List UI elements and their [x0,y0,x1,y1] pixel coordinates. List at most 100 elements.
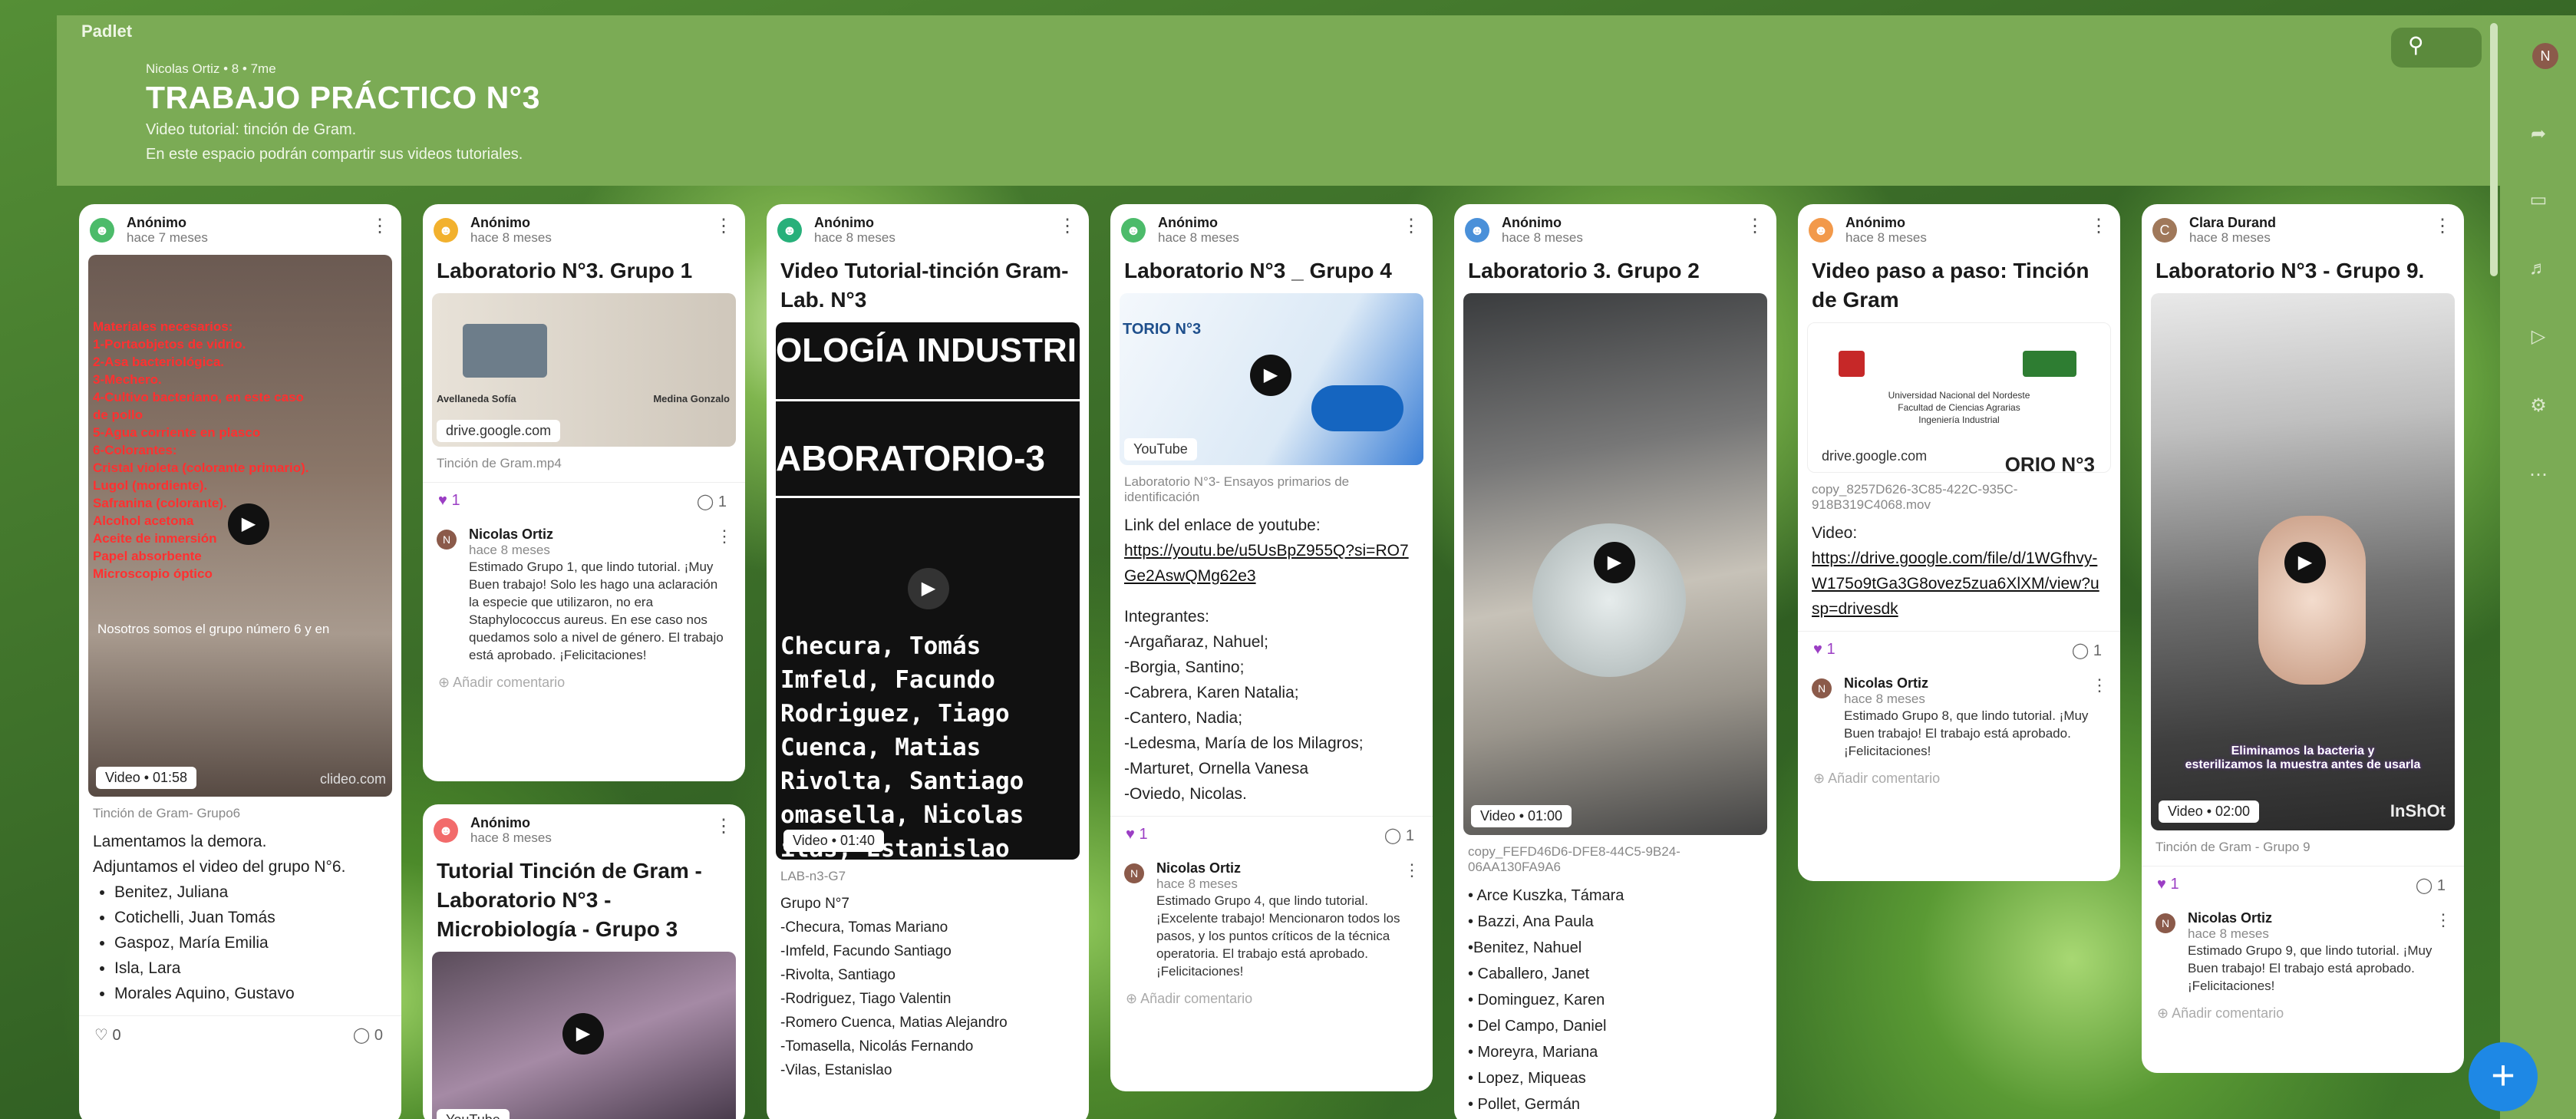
drive-link[interactable]: https://drive.google.com/file/d/1WGfhvy-… [1812,546,2106,622]
more-icon[interactable]: ⋮ [371,215,389,237]
avatar: N [1812,678,1832,698]
list-item: • Bazzi, Ana Paula [1468,913,1594,930]
file-name: copy_FEFD46D6-DFE8-44C5-9B24-06AA130FA9A… [1468,844,1681,874]
play-icon[interactable]: ▷ [2526,325,2551,350]
list-item: • Lopez, Miqueas [1468,1070,1586,1087]
list-item: -Rodriguez, Tiago Valentin [780,991,952,1007]
comment-button[interactable]: ◯ 1 [1384,826,1414,845]
more-icon[interactable]: ⋮ [2435,910,2452,930]
padlet-logo[interactable]: Padlet [81,21,132,41]
play-icon[interactable]: ▶ [908,568,949,609]
like-button[interactable]: ♥ 1 [2157,876,2179,893]
video-thumbnail[interactable]: ▶ YouTube [432,952,736,1119]
youtube-link[interactable]: https://youtu.be/u5UsBpZ955Q?si=RO7Ge2As… [1124,538,1419,589]
list-item: • Moreyra, Mariana [1468,1044,1598,1061]
play-icon[interactable]: ▶ [1250,355,1291,396]
like-button[interactable]: ♥ 1 [1813,641,1836,659]
drive-preview[interactable]: Avellaneda Sofía Medina Gonzalo drive.go… [432,293,736,447]
comment-button[interactable]: ◯ 1 [697,492,727,511]
watermark: InShOt [2390,801,2446,820]
more-icon[interactable]: ⋯ [2526,464,2551,488]
add-comment-button[interactable]: ⊕ Añadir comentario [1110,985,1433,1018]
like-button[interactable]: ♥ 1 [438,492,460,510]
video-thumbnail[interactable]: Materiales necesarios: 1-Portaobjetos de … [88,255,392,797]
scrollbar[interactable] [2490,23,2498,276]
more-icon[interactable]: ⋮ [2089,215,2108,237]
post-card[interactable]: ☻ Anónimo hace 8 meses ⋮ Laboratorio 3. Gru… [1454,204,1776,1119]
play-icon[interactable]: ▶ [228,503,269,545]
thumb-text: TORIO N°3 [1123,321,1202,338]
list-item: -Cabrera, Karen Natalia; [1124,684,1299,701]
post-body: Link del enlace de youtube: https://yout… [1110,510,1433,810]
play-icon[interactable]: ▶ [1594,542,1635,583]
more-icon[interactable]: ⋮ [1746,215,1764,237]
post-card[interactable]: C Clara Durand hace 8 meses ⋮ Laboratorio N… [2142,204,2464,1073]
avatar: ☻ [777,218,802,243]
video-thumbnail[interactable]: OLOGÍA INDUSTRI ABORATORIO-3 ▶ Checura, … [776,322,1080,860]
video-overlay-text: Eliminamos la bacteria y esterilizamos la… [2185,744,2421,771]
drive-preview[interactable]: Universidad Nacional del Nordeste Faculta… [1807,322,2111,473]
comment-button[interactable]: ◯ 1 [2416,876,2446,895]
avatar: ☻ [1121,218,1146,243]
list-item: Cotichelli, Juan Tomás [114,905,388,930]
post-card[interactable]: ☻ Anónimo hace 8 meses ⋮ Video Tutorial-tin… [767,204,1089,1119]
more-icon[interactable]: ⋮ [714,815,733,837]
bell-icon[interactable]: ♬ [2526,258,2551,282]
like-button[interactable]: ♥ 1 [1126,826,1148,843]
play-icon[interactable]: ▶ [2284,542,2326,583]
post-card[interactable]: ☻ Anónimo hace 8 meses ⋮ Video paso a paso:… [1798,204,2120,881]
video-badge: Video • 01:58 [96,767,197,789]
list-item: Benitez, Juliana [114,880,388,905]
list-item: -Imfeld, Facundo Santiago [780,943,952,959]
list-item: -Borgia, Santino; [1124,659,1245,676]
avatar: N [1124,863,1144,883]
avatar: C [2152,218,2177,243]
play-icon[interactable]: ▶ [562,1013,604,1055]
thumb-text: Avellaneda Sofía [437,393,516,404]
post-card[interactable]: ☻ Anónimo hace 8 meses ⋮ Laboratorio N°3 _ … [1110,204,1433,1091]
video-thumbnail[interactable]: ▶ Video • 01:00 [1463,293,1767,835]
comment-button[interactable]: ◯ 1 [2072,641,2102,660]
file-name: Tinción de Gram - Grupo 9 [2155,840,2310,854]
thumb-text: OLOGÍA INDUSTRI [776,332,1077,369]
post-title: Laboratorio N°3 - Grupo 9. [2155,259,2425,282]
share-icon[interactable]: ➦ [2526,123,2551,147]
post-card[interactable]: ☻ Anónimo hace 8 meses ⋮ Laboratorio N°3. G… [423,204,745,781]
more-icon[interactable]: ⋮ [716,526,733,546]
add-comment-button[interactable]: ⊕ Añadir comentario [2142,999,2464,1032]
list-item: -Ledesma, María de los Milagros; [1124,734,1364,752]
video-thumbnail[interactable]: TORIO N°3 ▶ YouTube [1120,293,1423,465]
more-icon[interactable]: ⋮ [2433,215,2452,237]
add-comment-button[interactable]: ⊕ Añadir comentario [1798,764,2120,797]
avatar[interactable]: N [2532,43,2558,69]
more-icon[interactable]: ⋮ [1403,860,1420,880]
list-item: • Del Campo, Daniel [1468,1018,1607,1035]
file-name: Tinción de Gram- Grupo6 [93,806,241,820]
list-item: • Pollet, Germán [1468,1096,1580,1113]
comment-button[interactable]: ◯ 0 [353,1025,383,1045]
list-item: • Caballero, Janet [1468,966,1590,982]
like-button[interactable]: ♡ 0 [94,1025,121,1045]
add-comment-button[interactable]: ⊕ Añadir comentario [423,668,745,701]
more-icon[interactable]: ⋮ [1402,215,1420,237]
avatar: ☻ [434,218,458,243]
add-post-button[interactable]: + [2469,1042,2538,1111]
gear-icon[interactable]: ⚙ [2526,394,2551,419]
video-thumbnail[interactable]: ▶ Eliminamos la bacteria y esterilizamos … [2151,293,2455,830]
list-item: -Rivolta, Santiago [780,967,895,983]
list-item: Morales Aquino, Gustavo [114,981,388,1006]
overlay-text: Materiales necesarios: 1-Portaobjetos de … [93,319,309,581]
post-card[interactable]: ☻ Anónimo hace 7 meses ⋮ Materiales necesar… [79,204,401,1119]
more-icon[interactable]: ⋮ [714,215,733,237]
search-button[interactable]: ⚲ [2391,28,2482,68]
thumb-text: Medina Gonzalo [653,393,730,404]
more-icon[interactable]: ⋮ [2091,675,2108,695]
slideshow-icon[interactable]: ▭ [2526,189,2551,213]
post-card[interactable]: ☻ Anónimo hace 8 meses ⋮ Tutorial Tinción d… [423,804,745,1119]
post-time: hace 8 meses [2189,230,2271,245]
comment: N Nicolas Ortiz hace 8 meses Estimado Grupo… [2142,903,2464,999]
more-icon[interactable]: ⋮ [1058,215,1077,237]
list-item: • Arce Kuszka, Támara [1468,887,1624,904]
comment: N Nicolas Ortiz hace 8 meses Estimado Grupo… [1798,668,2120,764]
avatar: ☻ [1465,218,1489,243]
